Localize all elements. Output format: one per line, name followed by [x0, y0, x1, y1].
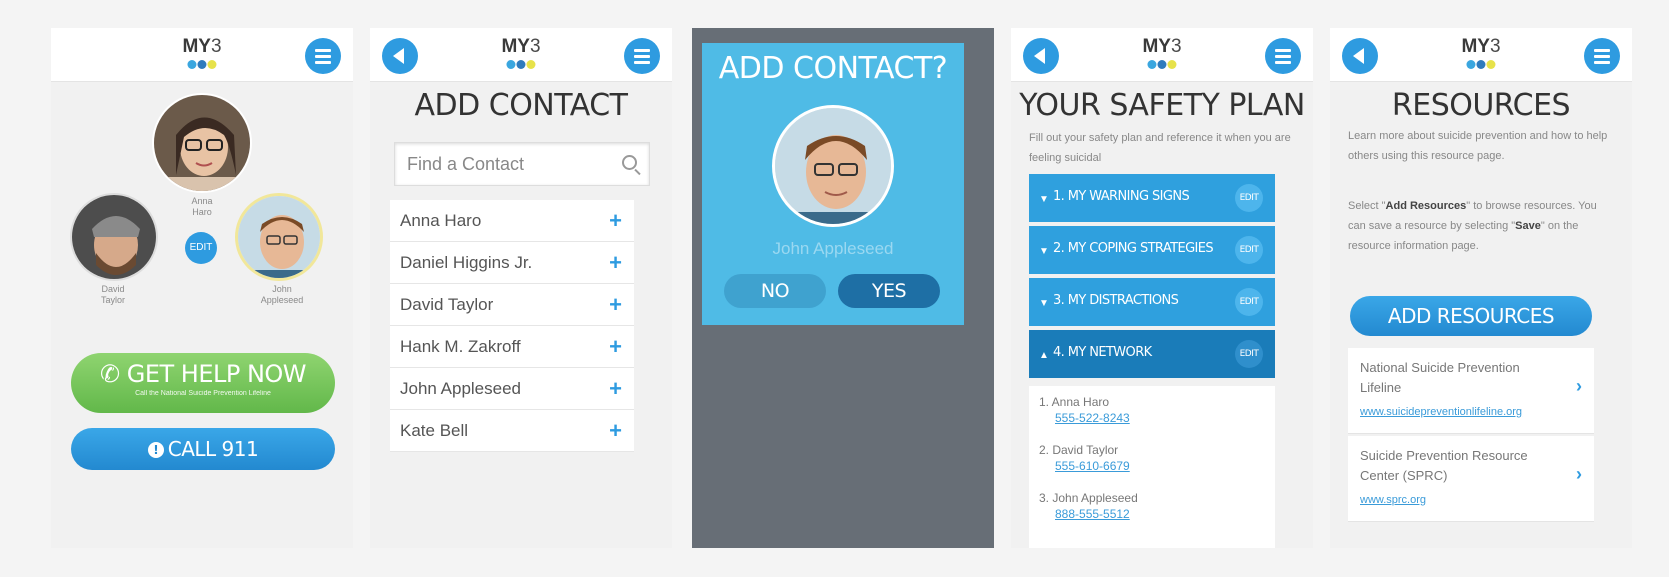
section-network[interactable]: ▲ 4. MY NETWORK EDIT: [1029, 330, 1275, 378]
resource-card[interactable]: National Suicide Prevention Lifeline www…: [1348, 348, 1594, 434]
page-title: RESOURCES: [1391, 88, 1571, 123]
plus-icon[interactable]: +: [609, 250, 622, 276]
caret-down-icon: ▼: [1039, 246, 1049, 257]
add-contact-dialog: ADD CONTACT? John Appleseed NO YES: [702, 43, 964, 325]
page-title: ADD CONTACT: [414, 88, 628, 123]
list-item[interactable]: John Appleseed +: [390, 368, 634, 410]
safety-plan-screen: MY3 YOUR SAFETY PLAN Fill out your safet…: [1011, 28, 1313, 548]
no-button[interactable]: NO: [724, 274, 826, 308]
plus-icon[interactable]: +: [609, 376, 622, 402]
caret-down-icon: ▼: [1039, 298, 1049, 309]
plus-icon[interactable]: +: [609, 208, 622, 234]
avatar-david-taylor[interactable]: [70, 193, 158, 281]
app-logo: MY3: [1461, 36, 1501, 69]
back-icon[interactable]: [1342, 38, 1378, 74]
page-subtitle: Fill out your safety plan and reference …: [1029, 132, 1291, 164]
search-input[interactable]: Find a Contact: [394, 142, 650, 186]
resource-link[interactable]: www.suicidepreventionlifeline.org: [1360, 406, 1522, 418]
menu-icon[interactable]: [305, 38, 341, 74]
top-bar: MY3: [1330, 28, 1632, 82]
contact-name: John Appleseed: [772, 239, 894, 258]
phone-link[interactable]: 555-522-8243: [1055, 410, 1130, 426]
list-item: 1. Anna Haro 555-522-8243: [1039, 395, 1130, 426]
confirm-dialog-screen: ADD CONTACT? John Appleseed NO YES: [692, 28, 994, 548]
plus-icon[interactable]: +: [609, 292, 622, 318]
avatar-john-appleseed[interactable]: [235, 193, 323, 281]
list-item[interactable]: David Taylor +: [390, 284, 634, 326]
intro-text: Learn more about suicide prevention and …: [1348, 130, 1608, 162]
top-bar: MY3: [1011, 28, 1313, 82]
call-911-button[interactable]: ! CALL 911: [71, 428, 335, 470]
app-logo: MY3: [182, 36, 222, 69]
avatar-anna-haro[interactable]: [152, 93, 252, 193]
menu-icon[interactable]: [1265, 38, 1301, 74]
home-screen: MY3 Anna Haro David Taylor EDIT John App…: [51, 28, 353, 548]
menu-icon[interactable]: [1584, 38, 1620, 74]
plus-icon[interactable]: +: [609, 334, 622, 360]
search-icon: [622, 155, 637, 170]
section-warning-signs[interactable]: ▼ 1. MY WARNING SIGNS EDIT: [1029, 174, 1275, 222]
get-help-now-button[interactable]: ✆ GET HELP NOW Call the National Suicide…: [71, 353, 335, 413]
avatar: [772, 105, 894, 227]
resource-card[interactable]: Suicide Prevention Resource Center (SPRC…: [1348, 436, 1594, 522]
edit-button[interactable]: EDIT: [1235, 184, 1263, 212]
network-list: 1. Anna Haro 555-522-8243 2. David Taylo…: [1029, 386, 1275, 548]
chevron-right-icon[interactable]: ›: [1576, 464, 1582, 485]
list-item: 3. John Appleseed 888-555-5512: [1039, 491, 1138, 522]
edit-contacts-button[interactable]: EDIT: [185, 232, 217, 264]
dialog-title: ADD CONTACT?: [718, 51, 948, 86]
contact-list: Anna Haro + Daniel Higgins Jr. + David Tay…: [390, 200, 634, 452]
phone-link[interactable]: 888-555-5512: [1055, 506, 1138, 522]
list-item[interactable]: Kate Bell +: [390, 410, 634, 452]
top-bar: MY3: [370, 28, 672, 82]
list-item: 2. David Taylor 555-610-6679: [1039, 443, 1130, 474]
back-icon[interactable]: [382, 38, 418, 74]
caret-down-icon: ▼: [1039, 194, 1049, 205]
app-logo: MY3: [501, 36, 541, 69]
add-resources-button[interactable]: ADD RESOURCES: [1350, 296, 1592, 336]
contact-label: David Taylor: [100, 284, 125, 305]
menu-icon[interactable]: [624, 38, 660, 74]
resources-screen: MY3 RESOURCES Learn more about suicide p…: [1330, 28, 1632, 548]
add-contact-screen: MY3 ADD CONTACT Find a Contact Anna Haro…: [370, 28, 672, 548]
phone-icon: ✆: [99, 360, 120, 388]
edit-button[interactable]: EDIT: [1235, 236, 1263, 264]
section-distractions[interactable]: ▼ 3. MY DISTRACTIONS EDIT: [1029, 278, 1275, 326]
edit-button[interactable]: EDIT: [1235, 288, 1263, 316]
phone-link[interactable]: 555-610-6679: [1055, 458, 1130, 474]
yes-button[interactable]: YES: [838, 274, 940, 308]
list-item[interactable]: Hank M. Zakroff +: [390, 326, 634, 368]
instructions-text: Select "Add Resources" to browse resourc…: [1348, 200, 1597, 252]
list-item[interactable]: Daniel Higgins Jr. +: [390, 242, 634, 284]
contact-label: Anna Haro: [191, 196, 213, 217]
caret-up-icon: ▲: [1039, 350, 1049, 361]
list-item[interactable]: Anna Haro +: [390, 200, 634, 242]
plus-icon[interactable]: +: [609, 418, 622, 444]
page-title: YOUR SAFETY PLAN: [1019, 88, 1305, 123]
chevron-right-icon[interactable]: ›: [1576, 376, 1582, 397]
edit-button[interactable]: EDIT: [1235, 340, 1263, 368]
contact-label: John Appleseed: [260, 284, 304, 305]
section-coping-strategies[interactable]: ▼ 2. MY COPING STRATEGIES EDIT: [1029, 226, 1275, 274]
back-icon[interactable]: [1023, 38, 1059, 74]
top-bar: MY3: [51, 28, 353, 82]
resource-link[interactable]: www.sprc.org: [1360, 494, 1426, 506]
app-logo: MY3: [1142, 36, 1182, 69]
alert-icon: !: [147, 442, 164, 458]
